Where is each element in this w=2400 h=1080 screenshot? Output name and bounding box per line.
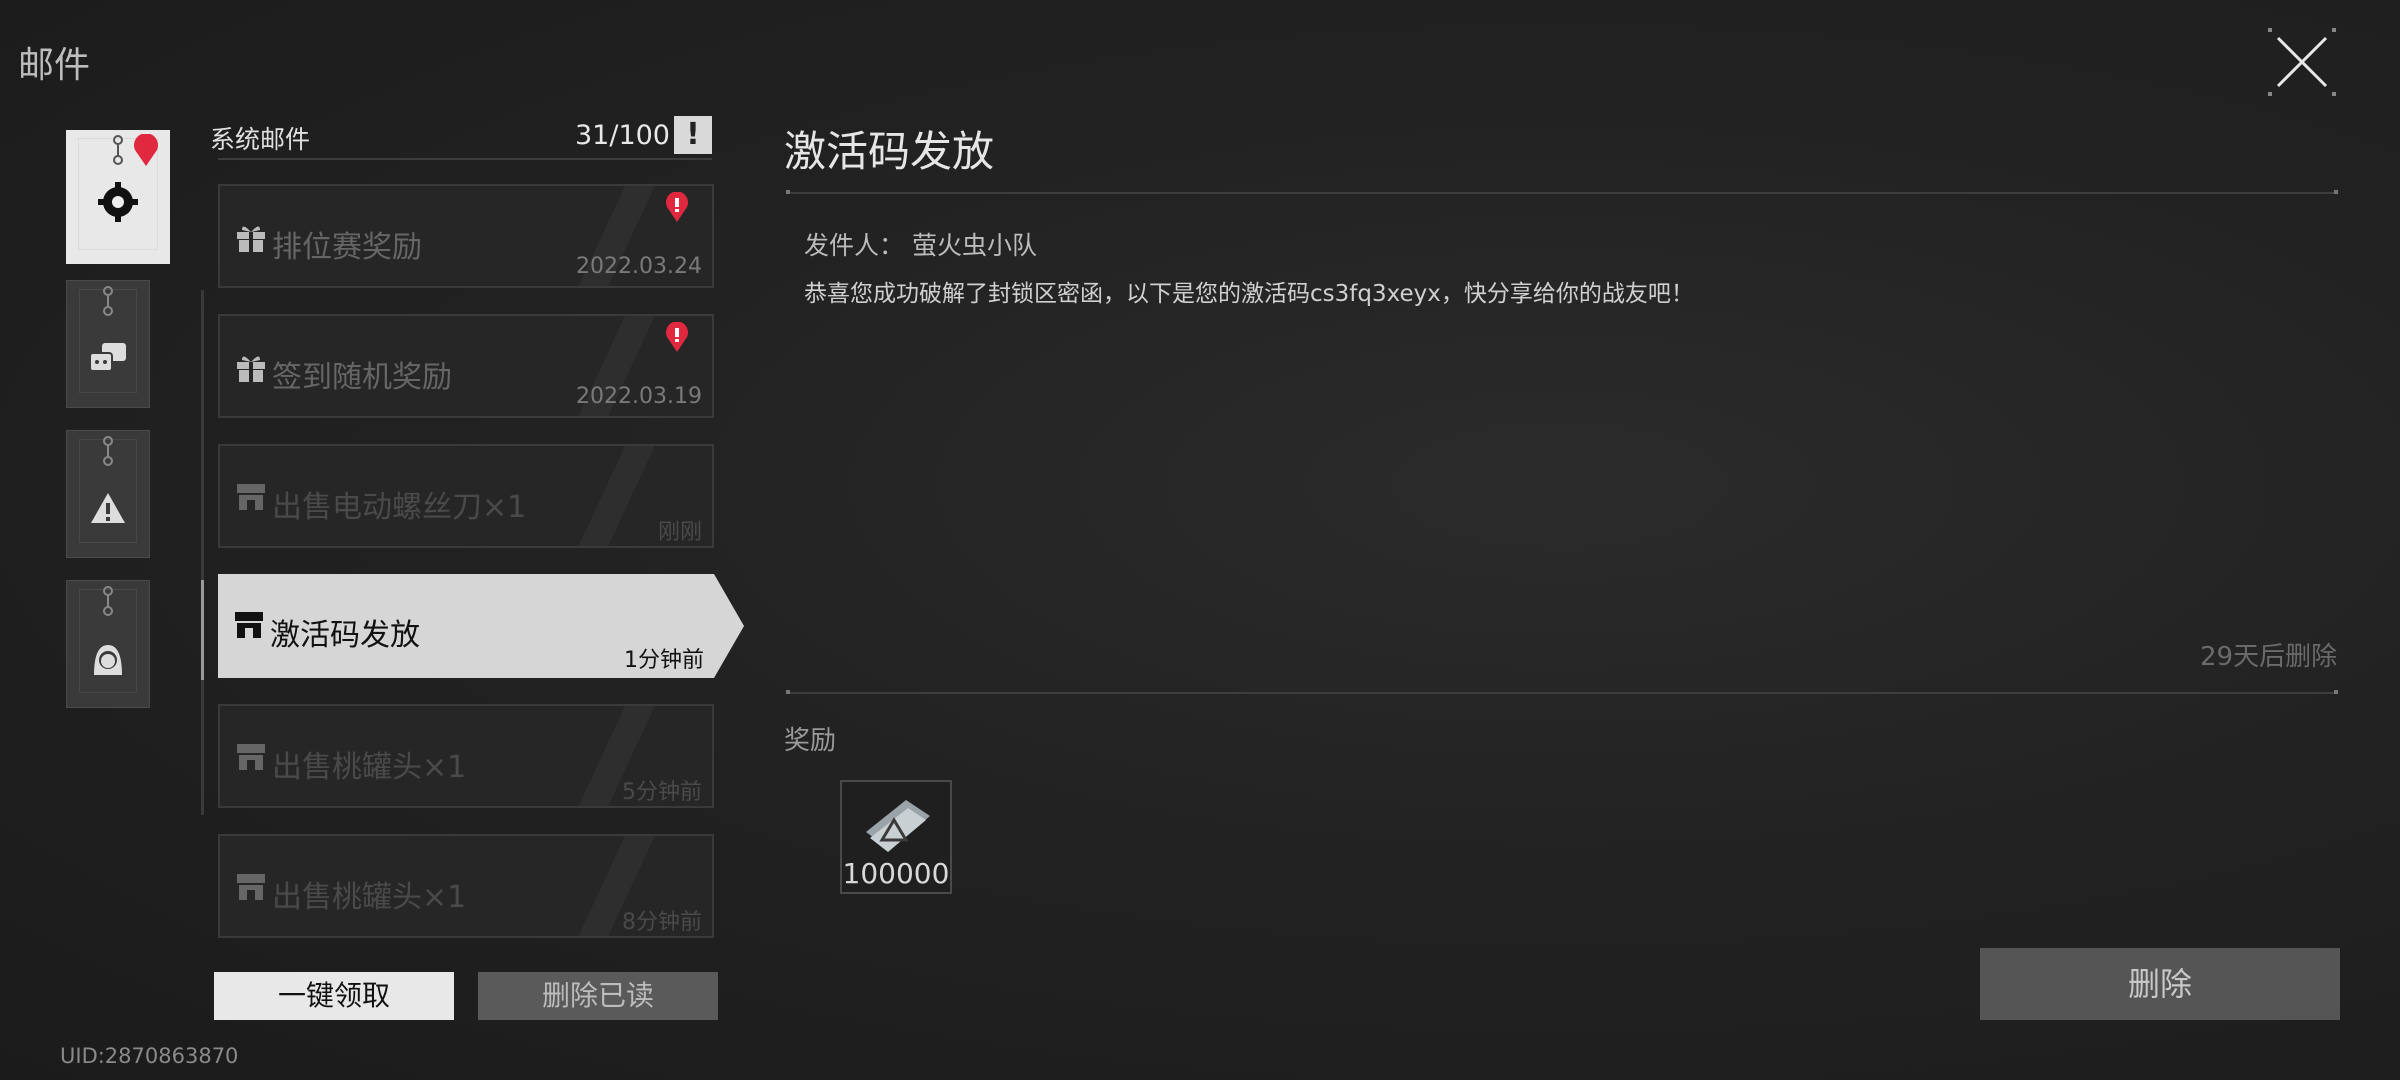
selection-arrow (714, 574, 744, 678)
chat-icon (89, 343, 126, 372)
reward-quantity: 100000 (842, 857, 950, 890)
mail-count: 31/100 (575, 120, 670, 151)
scrollbar-track[interactable] (201, 290, 204, 815)
claim-all-button[interactable]: 一键领取 (214, 972, 454, 1020)
list-title: 系统邮件 (210, 125, 311, 154)
mail-title: 激活码发放 (270, 618, 420, 653)
mail-detail-title: 激活码发放 (784, 127, 995, 176)
mail-time: 2022.03.19 (576, 384, 702, 409)
mail-item[interactable]: 出售电动螺丝刀×1 刚刚 (218, 444, 714, 548)
sender-label: 发件人： (804, 231, 905, 260)
sender-name: 萤火虫小队 (912, 231, 1038, 260)
shop-icon (235, 612, 263, 638)
mail-title: 出售电动螺丝刀×1 (272, 490, 527, 525)
mail-time: 1分钟前 (624, 648, 704, 673)
gear-icon (98, 182, 138, 222)
expire-notice: 29天后删除 (2200, 642, 2338, 672)
category-tab-system[interactable] (66, 130, 170, 264)
user-id: UID:2870863870 (60, 1044, 239, 1068)
person-icon (94, 645, 122, 675)
mail-body: 恭喜您成功破解了封锁区密函，以下是您的激活码cs3fq3xeyx，快分享给你的战… (804, 281, 1694, 307)
delete-read-button[interactable]: 删除已读 (478, 972, 718, 1020)
currency-icon (866, 800, 930, 852)
clip-icon (103, 586, 113, 616)
divider (786, 690, 2338, 694)
unread-badge-icon (134, 134, 158, 166)
mail-time: 2022.03.24 (576, 254, 702, 279)
gift-icon (237, 226, 265, 252)
gift-icon (237, 356, 265, 382)
clip-icon (103, 436, 113, 466)
shop-icon (237, 744, 265, 770)
divider (218, 158, 712, 160)
shop-icon (237, 484, 265, 510)
warning-icon (91, 493, 125, 523)
close-icon (2268, 28, 2336, 96)
mail-item[interactable]: 出售桃罐头×1 8分钟前 (218, 834, 714, 938)
divider (786, 190, 2338, 194)
category-tab-warning[interactable] (66, 430, 150, 558)
mail-item-selected[interactable]: 激活码发放 1分钟前 (218, 574, 744, 678)
unread-badge-icon (666, 192, 688, 222)
close-button[interactable] (2264, 24, 2340, 100)
page-title: 邮件 (18, 45, 91, 86)
category-tab-friends[interactable] (66, 280, 150, 408)
scrollbar-thumb[interactable] (201, 580, 204, 680)
unread-badge-icon (666, 322, 688, 352)
mail-title: 出售桃罐头×1 (272, 750, 467, 785)
reward-label: 奖励 (784, 726, 837, 756)
mail-title: 签到随机奖励 (272, 360, 452, 395)
info-button[interactable]: ! (674, 116, 712, 154)
mail-item[interactable]: 签到随机奖励 2022.03.19 (218, 314, 714, 418)
clip-icon (113, 135, 123, 165)
clip-icon (103, 286, 113, 316)
delete-button[interactable]: 删除 (1980, 948, 2340, 1020)
shop-icon (237, 874, 265, 900)
mail-time: 8分钟前 (622, 910, 702, 935)
mail-time: 5分钟前 (622, 780, 702, 805)
reward-item[interactable]: 100000 (840, 780, 952, 894)
mail-title: 出售桃罐头×1 (272, 880, 467, 915)
mail-item[interactable]: 出售桃罐头×1 5分钟前 (218, 704, 714, 808)
category-tab-personal[interactable] (66, 580, 150, 708)
mail-item[interactable]: 排位赛奖励 2022.03.24 (218, 184, 714, 288)
mail-title: 排位赛奖励 (272, 230, 422, 265)
mail-time: 刚刚 (657, 520, 702, 545)
